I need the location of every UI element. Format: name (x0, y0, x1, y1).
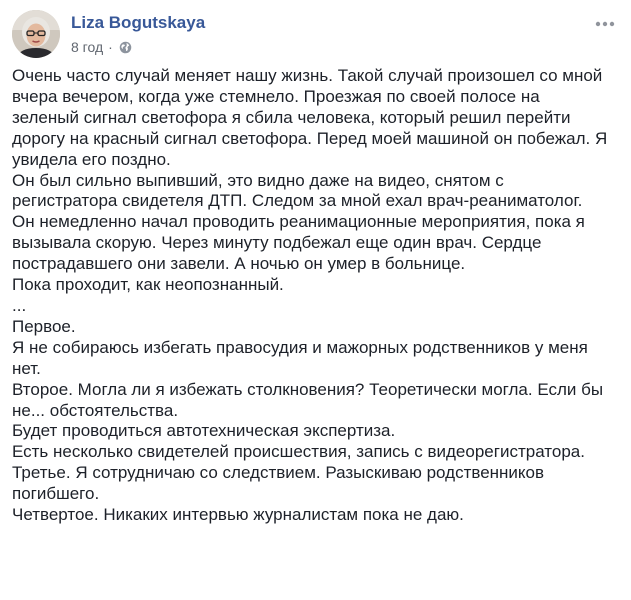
post-timestamp[interactable]: 8 год (71, 39, 103, 55)
post-text-line: погибшего. (12, 484, 100, 504)
post-text-line: Я не собираюсь избегать правосудия и маж… (12, 337, 588, 357)
post-text-line: вызывала скорую. Через минуту подбежал е… (12, 233, 542, 253)
post-text-line: Третье. Я сотрудничаю со следствием. Раз… (12, 463, 545, 483)
post-text-line: регистратора свидетеля ДТП. Следом за мн… (12, 191, 583, 211)
post-text-line: Он был сильно выпивший, это видно даже н… (12, 170, 504, 190)
post-text-line: Второе. Могла ли я избежать столкновения… (12, 379, 604, 399)
post-meta: 8 год · (71, 39, 132, 55)
post-text-line: Есть несколько свидетелей происшествия, … (12, 442, 585, 462)
post-text-line: зеленый сигнал светофора я сбила человек… (12, 107, 571, 127)
post-text-line: ... (12, 295, 27, 315)
more-options-icon[interactable] (593, 16, 617, 32)
post-text-line: увидела его поздно. (12, 149, 171, 169)
post-text: Очень часто случай меняет нашу жизнь. Та… (12, 66, 622, 526)
facebook-post: Liza Bogutskaya 8 год · Очень часто случ… (0, 0, 631, 600)
post-text-line: Пока проходит, как неопознанный. (12, 275, 284, 295)
post-text-line: Он немедленно начал проводить реанимацио… (12, 212, 585, 232)
avatar-image (12, 10, 60, 58)
meta-separator: · (108, 39, 113, 55)
post-text-line: вчера вечером, когда уже стемнело. Проез… (12, 86, 540, 106)
post-text-line: дорогу на красный сигнал светофора. Пере… (12, 128, 608, 148)
post-text-line: Первое. (12, 316, 76, 336)
post-text-line: пострадавшего они завели. А ночью он уме… (12, 254, 466, 274)
post-text-line: не... обстоятельства. (12, 400, 179, 420)
post-header: Liza Bogutskaya 8 год · (12, 10, 617, 58)
author-avatar[interactable] (12, 10, 60, 58)
post-text-line: нет. (12, 358, 41, 378)
author-name-link[interactable]: Liza Bogutskaya (71, 13, 205, 33)
post-text-line: Будет проводиться автотехническая экспер… (12, 421, 396, 441)
globe-icon[interactable] (119, 41, 132, 54)
post-text-line: Очень часто случай меняет нашу жизнь. Та… (12, 66, 603, 85)
post-text-line: Четвертое. Никаких интервью журналистам … (12, 505, 464, 525)
